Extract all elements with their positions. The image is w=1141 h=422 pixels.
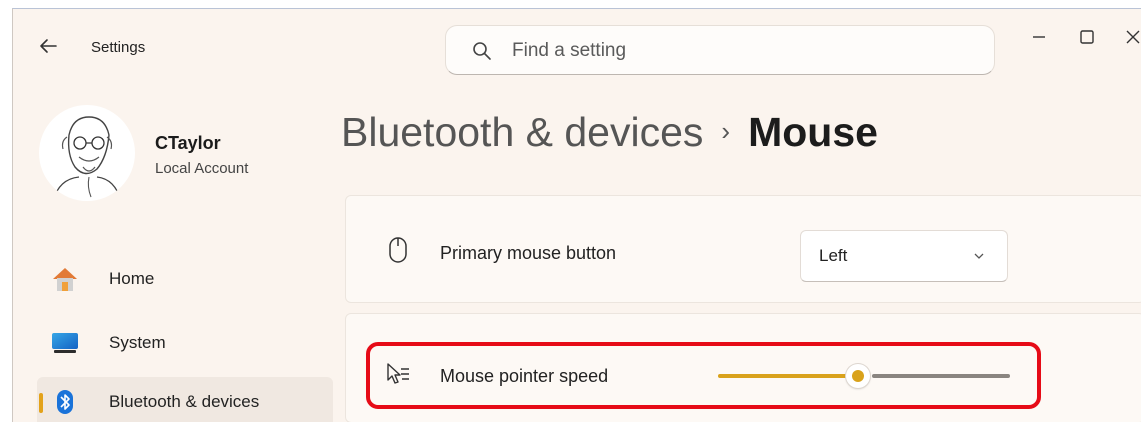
account-type: Local Account: [155, 160, 249, 177]
page-title: Mouse: [748, 109, 878, 155]
search-box[interactable]: [445, 25, 995, 75]
sidebar-item-label: Home: [109, 269, 155, 288]
avatar[interactable]: [39, 105, 135, 201]
pointer-speed-icon: [387, 363, 409, 384]
sidebar-item-label: System: [109, 333, 166, 352]
mouse-pointer-speed-label: Mouse pointer speed: [440, 366, 609, 386]
avatar-sketch-icon: [52, 116, 122, 201]
slider-thumb[interactable]: [846, 364, 870, 388]
minimize-icon[interactable]: [1025, 23, 1053, 51]
search-icon: [473, 42, 491, 60]
slider-track-remaining: [872, 374, 1010, 378]
home-icon: [53, 268, 77, 291]
dropdown-selected-value: Left: [819, 246, 848, 265]
breadcrumb-separator: ›: [721, 116, 731, 146]
mouse-icon: [389, 237, 407, 263]
system-icon: [52, 333, 78, 353]
sidebar-item-home[interactable]: Home: [37, 254, 333, 304]
back-arrow-icon[interactable]: [37, 35, 59, 57]
user-name: CTaylor: [155, 133, 221, 153]
app-title: Settings: [91, 39, 146, 56]
chevron-down-icon: [974, 253, 984, 259]
slider-track-filled: [718, 374, 852, 378]
settings-window: Settings CTaylor Local Account: [12, 8, 1141, 422]
pointer-speed-slider[interactable]: [718, 364, 1010, 388]
search-input[interactable]: [510, 35, 974, 67]
primary-mouse-button-dropdown[interactable]: Left: [800, 230, 1008, 282]
sidebar-item-bluetooth-devices[interactable]: Bluetooth & devices: [37, 377, 333, 422]
breadcrumb: Bluetooth & devices › Mouse: [341, 109, 878, 156]
close-icon[interactable]: [1119, 23, 1141, 51]
maximize-icon[interactable]: [1073, 23, 1101, 51]
sidebar-item-system[interactable]: System: [37, 318, 333, 368]
primary-mouse-button-label: Primary mouse button: [440, 243, 617, 263]
mouse-pointer-speed-setting: Mouse pointer speed: [345, 313, 1141, 422]
selection-indicator: [39, 393, 43, 413]
sidebar-item-label: Bluetooth & devices: [109, 392, 260, 411]
bluetooth-icon: [57, 390, 73, 414]
primary-mouse-button-setting: Primary mouse button Left: [345, 195, 1141, 303]
breadcrumb-parent[interactable]: Bluetooth & devices: [341, 109, 703, 155]
